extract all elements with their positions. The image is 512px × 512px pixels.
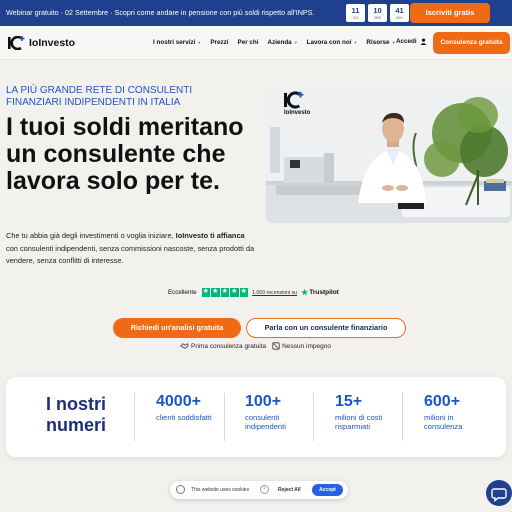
main-nav: IoInvesto I nostri servizi ▼ Prezzi Per c… <box>0 26 512 60</box>
brand-name: IoInvesto <box>29 37 76 49</box>
star-icon: ★ <box>220 288 230 297</box>
stat-value: 4000+ <box>156 393 201 410</box>
rating-stars: ★ ★ ★ ★ ★ <box>201 288 249 297</box>
accept-cookies-button[interactable]: Accept <box>312 484 343 496</box>
countdown-days-label: GG <box>352 16 359 20</box>
perk-free-consultation: Prima consulenza gratuita <box>180 342 266 350</box>
numbers-section: I nostri numeri 4000+ clienti soddisfatt… <box>6 377 506 457</box>
cookie-text: This website uses cookies <box>191 487 250 493</box>
star-icon: ★ <box>201 288 211 297</box>
reviews-link[interactable]: 1.069 recensioni su <box>252 290 297 296</box>
nav-item-label: I nostri servizi <box>153 39 196 46</box>
numbers-title: I nostri numeri <box>45 394 106 435</box>
nav-item-prezzi[interactable]: Prezzi <box>210 39 228 46</box>
promo-text[interactable]: Webinar gratuito · 02 Settembre · Scopri… <box>6 8 314 17</box>
nav-item-label: Lavora con noi <box>306 39 352 46</box>
stat-label: milioni in consulenza <box>424 413 463 431</box>
perk-no-commitment: Nessun impegno <box>272 342 331 350</box>
nav-item-per-chi[interactable]: Per chi <box>238 39 259 46</box>
divider <box>313 393 314 441</box>
brand-logo[interactable]: IoInvesto <box>8 36 75 50</box>
user-icon <box>420 38 427 45</box>
countdown: 11 GG 10 ORE 41 MIN <box>346 4 409 22</box>
nav-links: I nostri servizi ▼ Prezzi Per chi Azienda… <box>153 39 405 46</box>
chat-bubble-icon <box>491 488 507 502</box>
hero-intro-highlight: IoInvesto ti affianca <box>175 231 245 240</box>
stat-value: 100+ <box>245 393 282 410</box>
cookie-banner: This website uses cookies × Reject All A… <box>170 481 348 499</box>
promo-bar: Webinar gratuito · 02 Settembre · Scopri… <box>0 0 512 26</box>
no-commitment-icon <box>272 342 280 350</box>
star-icon: ★ <box>211 288 220 297</box>
hero-headline: I tuoi soldi meritano un consulente che … <box>6 113 244 195</box>
countdown-hours-value: 10 <box>373 6 382 15</box>
hero-video[interactable]: IoInvesto <box>266 85 512 223</box>
stat-advisory: 600+ milioni in consulenza <box>424 393 480 431</box>
cookie-icon <box>176 485 185 494</box>
nav-item-risorse[interactable]: Risorse ▼ <box>366 39 395 46</box>
trustpilot-star-icon: ★ <box>301 288 309 297</box>
divider <box>134 393 135 441</box>
stat-value: 15+ <box>335 393 363 410</box>
nav-item-lavora[interactable]: Lavora con noi ▼ <box>307 39 358 46</box>
stat-label: clienti soddisfatti <box>156 413 212 422</box>
perk-label: Nessun impegno <box>282 342 331 350</box>
chevron-down-icon: ▼ <box>197 40 202 45</box>
hero-intro: Che tu abbia già degli investimenti o vo… <box>6 230 256 268</box>
countdown-days: 11 GG <box>346 4 365 22</box>
perk-label: Prima consulenza gratuita <box>191 342 267 350</box>
brand-mark-icon <box>284 91 304 109</box>
talk-to-advisor-button[interactable]: Parla con un consulente finanziario <box>246 318 406 338</box>
nav-item-label: Per chi <box>237 39 259 46</box>
nav-item-label: Risorse <box>366 39 390 46</box>
login-label: Accedi <box>396 38 417 45</box>
countdown-minutes-label: MIN <box>396 16 403 20</box>
video-logo-text: IoInvesto <box>284 110 311 116</box>
nav-item-servizi[interactable]: I nostri servizi ▼ <box>153 39 201 46</box>
free-consultation-button[interactable]: Consulenza gratuita <box>433 32 510 54</box>
countdown-days-value: 11 <box>351 6 360 15</box>
free-analysis-button[interactable]: Richiedi un'analisi gratuita <box>113 318 241 338</box>
trustpilot-rating[interactable]: Eccellente ★ ★ ★ ★ ★ 1.069 recensioni su… <box>168 288 339 297</box>
trustpilot-logo: ★ Trustpilot <box>301 288 339 297</box>
chevron-down-icon: ▼ <box>293 40 298 45</box>
handshake-icon <box>180 343 189 349</box>
hero-intro-part-1: Che tu abbia già degli investimenti o vo… <box>6 231 176 240</box>
nav-item-label: Azienda <box>267 39 292 46</box>
countdown-minutes-value: 41 <box>395 6 404 15</box>
nav-item-label: Prezzi <box>210 39 229 46</box>
countdown-minutes: 41 MIN <box>390 4 409 22</box>
stat-advisors: 100+ consulenti indipendenti <box>245 393 305 431</box>
divider <box>224 393 225 441</box>
countdown-hours-label: ORE <box>373 16 382 20</box>
divider <box>402 393 403 441</box>
stat-label: milioni di costi risparmiati <box>335 413 383 431</box>
rating-label: Eccellente <box>168 289 197 296</box>
nav-item-azienda[interactable]: Azienda ▼ <box>268 39 298 46</box>
stat-label: consulenti indipendenti <box>245 413 286 431</box>
chevron-down-icon: ▼ <box>353 40 358 45</box>
countdown-hours: 10 ORE <box>368 4 387 22</box>
star-icon: ★ <box>230 288 239 297</box>
login-link[interactable]: Accedi <box>396 38 427 45</box>
video-logo: IoInvesto <box>284 91 310 116</box>
perks: Prima consulenza gratuita Nessun impegno <box>180 342 331 350</box>
star-icon: ★ <box>239 288 249 297</box>
chat-button[interactable] <box>486 480 512 506</box>
brand-mark-icon <box>8 36 25 50</box>
stat-value: 600+ <box>424 393 461 410</box>
chevron-down-icon: ▼ <box>391 40 396 45</box>
trustpilot-name: Trustpilot <box>309 289 339 296</box>
hero-kicker: LA PIÙ GRANDE RETE DI CONSULENTI FINANZI… <box>6 85 193 108</box>
webinar-signup-button[interactable]: Iscriviti gratis <box>410 3 490 23</box>
stat-savings: 15+ milioni di costi risparmiati <box>335 393 383 431</box>
reject-cookies-button[interactable]: Reject All <box>278 487 301 493</box>
stat-clients: 4000+ clienti soddisfatti <box>156 393 216 422</box>
close-icon[interactable]: × <box>260 485 269 494</box>
hero-intro-part-2: con consulenti indipendenti, senza commi… <box>6 243 255 266</box>
